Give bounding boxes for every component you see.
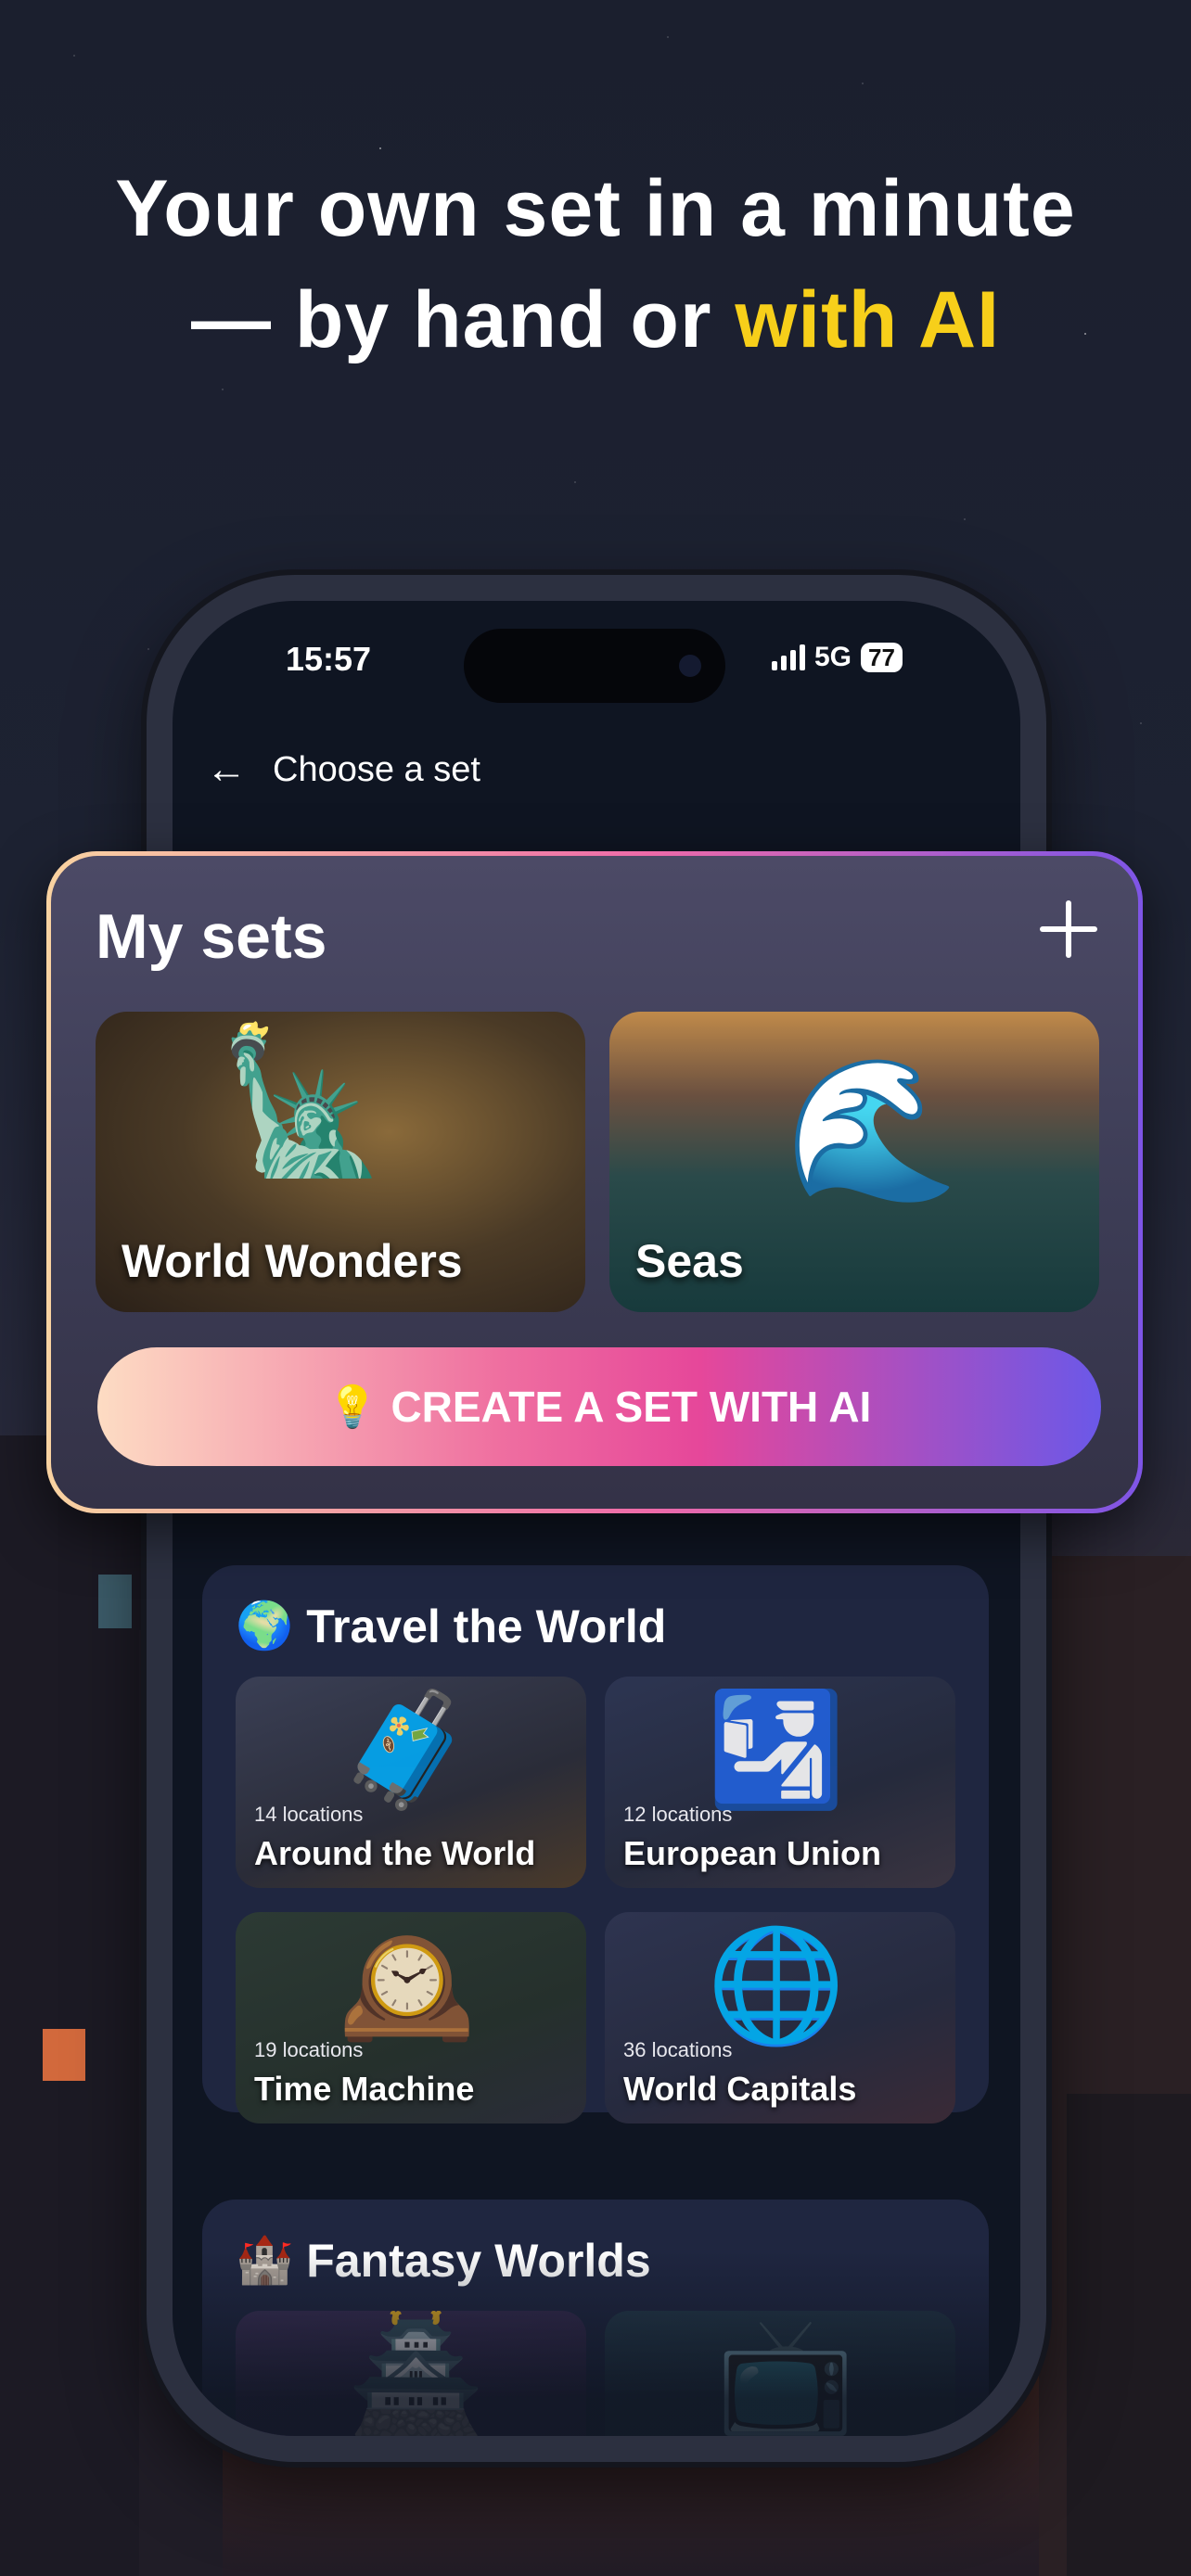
suitcase-icon: 🧳 — [338, 1688, 477, 1812]
lightbulb-icon: 💡 — [327, 1384, 378, 1430]
create-set-with-ai-button[interactable]: 💡 CREATE A SET WITH AI — [97, 1347, 1101, 1466]
tile-name: World Capitals — [623, 2070, 857, 2108]
nav-title: Choose a set — [273, 749, 480, 789]
ai-button-label: CREATE A SET WITH AI — [391, 1383, 872, 1431]
tile-count: 12 locations — [623, 1803, 733, 1826]
section-title-text: Travel the World — [306, 1600, 667, 1652]
my-sets-card: My sets 🗽 World Wonders 🌊 Seas 💡 CREATE … — [46, 851, 1143, 1513]
set-card-seas[interactable]: 🌊 Seas — [609, 1012, 1099, 1312]
set-tile-european-union[interactable]: 🛂 12 locations European Union — [605, 1677, 955, 1888]
dynamic-island — [464, 629, 725, 703]
set-card-world-wonders[interactable]: 🗽 World Wonders — [96, 1012, 585, 1312]
set-tile-world-capitals[interactable]: 🌐 36 locations World Capitals — [605, 1912, 955, 2123]
arrow-left-icon[interactable]: ← — [206, 749, 247, 790]
set-tile-around-the-world[interactable]: 🧳 14 locations Around the World — [236, 1677, 586, 1888]
signal-icon — [772, 644, 805, 670]
headline: Your own set in a minute — by hand or wi… — [0, 153, 1191, 376]
tile-name: Around the World — [254, 1834, 536, 1872]
headline-line-1: Your own set in a minute — [115, 164, 1076, 253]
landmarks-art-icon: 🗽 — [216, 1024, 390, 1180]
tile-name: European Union — [623, 1834, 881, 1872]
section-travel-the-world: 🌍 Travel the World 🧳 14 locations Around… — [202, 1565, 989, 2123]
status-time: 15:57 — [286, 640, 372, 678]
tile-name: Time Machine — [254, 2070, 475, 2108]
set-tile-time-machine[interactable]: 🕰️ 19 locations Time Machine — [236, 1912, 586, 2123]
tile-count: 14 locations — [254, 1803, 364, 1826]
clock-icon: 🕰️ — [338, 1923, 477, 2047]
network-label: 5G — [814, 642, 852, 672]
headline-line-2: — by hand or with AI — [0, 264, 1191, 376]
headline-highlight: with AI — [735, 275, 1001, 364]
status-indicators: 5G 77 — [772, 642, 903, 673]
globe-icon: 🌐 — [707, 1923, 846, 2047]
camera-icon — [679, 655, 701, 677]
my-sets-panel: My sets 🗽 World Wonders 🌊 Seas 💡 CREATE … — [51, 856, 1138, 1509]
section-title: 🌍 Travel the World — [236, 1599, 666, 1653]
tile-count: 19 locations — [254, 2038, 364, 2061]
globe-icon: 🌍 — [236, 1600, 294, 1651]
battery-icon: 77 — [861, 643, 903, 672]
bottom-fade — [173, 2251, 1020, 2436]
plus-icon[interactable] — [1040, 900, 1097, 958]
nav-bar: ← Choose a set — [206, 749, 480, 790]
tile-count: 36 locations — [623, 2038, 733, 2061]
passport-icon: 🛂 — [707, 1688, 846, 1812]
set-card-name: World Wonders — [122, 1235, 463, 1287]
my-sets-title: My sets — [96, 901, 327, 972]
set-card-name: Seas — [635, 1235, 744, 1287]
headline-prefix: — by hand or — [190, 275, 736, 364]
wave-art-icon: 🌊 — [786, 1052, 959, 1207]
